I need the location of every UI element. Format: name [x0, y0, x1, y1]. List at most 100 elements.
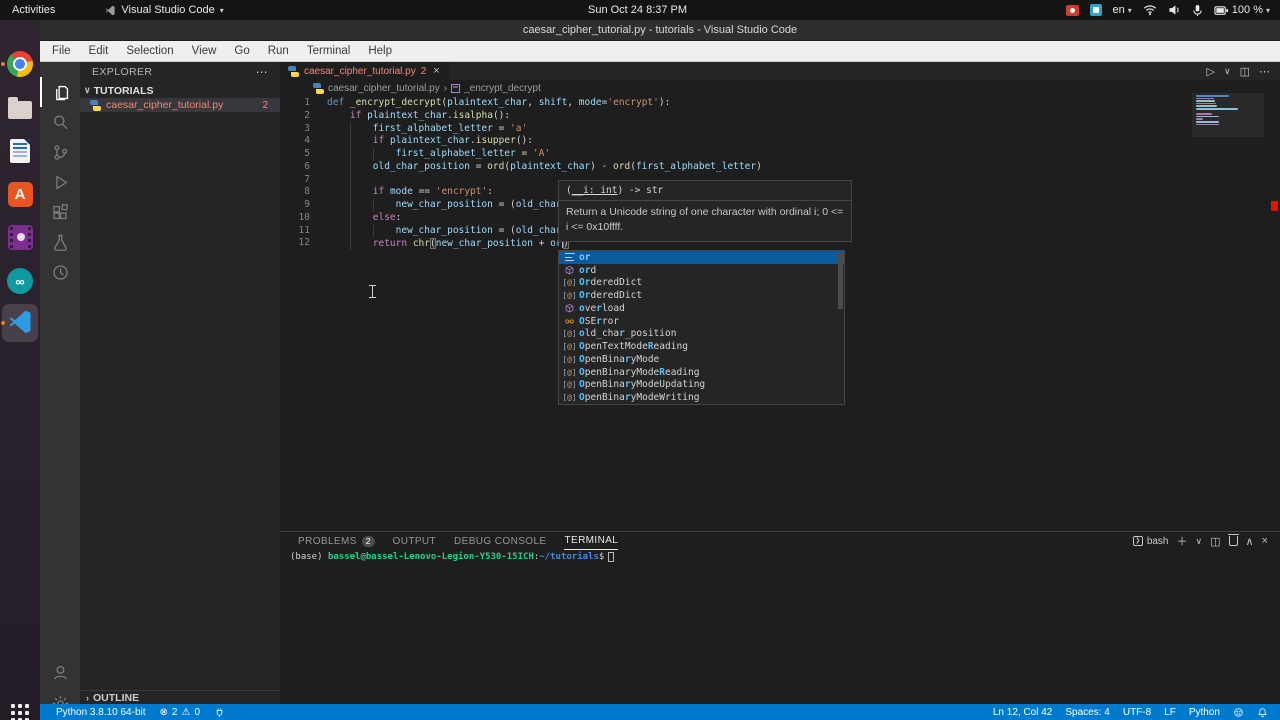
volume-icon[interactable]: [1168, 4, 1181, 16]
activity-run-debug[interactable]: [40, 167, 80, 197]
activity-explorer[interactable]: [40, 77, 80, 107]
activity-account[interactable]: [40, 657, 80, 687]
app-menu[interactable]: Visual Studio Code ▾: [105, 4, 224, 16]
run-button[interactable]: ▷: [1207, 65, 1215, 78]
suggestion-OpenBinaryMode[interactable]: [@] OpenBinaryMode: [559, 353, 844, 366]
suggestion-OrderedDict[interactable]: [@] OrderedDict: [559, 289, 844, 302]
new-terminal-dropdown-icon[interactable]: ∨: [1196, 536, 1203, 547]
dock-item-arduino[interactable]: ∞: [5, 266, 35, 296]
input-language-label: en: [1112, 4, 1125, 16]
screen-recorder-icon[interactable]: [1065, 4, 1079, 16]
code-token: new_char_position: [395, 224, 493, 236]
suggestion-label: old_char_position: [579, 328, 676, 339]
problems-status[interactable]: ⊗ 2 ⚠ 0: [160, 707, 200, 718]
suggestion-OrderedDict[interactable]: [@] OrderedDict: [559, 277, 844, 290]
indentation[interactable]: Spaces: 4: [1065, 707, 1109, 718]
menu-file[interactable]: File: [43, 41, 80, 61]
dock-item-chrome[interactable]: [5, 49, 35, 79]
breadcrumb-file[interactable]: caesar_cipher_tutorial.py: [328, 83, 440, 94]
python-interpreter[interactable]: Python 3.8.10 64-bit: [56, 707, 146, 718]
outline-section[interactable]: › OUTLINE: [80, 690, 280, 704]
menu-help[interactable]: Help: [359, 41, 401, 61]
minimap-line: [1196, 118, 1204, 120]
wifi-icon[interactable]: [1143, 4, 1157, 16]
close-icon[interactable]: ×: [433, 65, 439, 77]
breadcrumb-symbol[interactable]: _encrypt_decrypt: [464, 83, 541, 94]
minimap-line: [1196, 115, 1219, 118]
char: d: [590, 264, 597, 276]
dock-item-libreoffice-writer[interactable]: [5, 136, 35, 166]
more-actions-icon[interactable]: ⋯: [1259, 65, 1270, 78]
new-terminal-button[interactable]: ＋: [1177, 533, 1188, 549]
kill-terminal-icon[interactable]: [1227, 534, 1239, 546]
dock-item-vscode[interactable]: [5, 308, 35, 338]
terminal-prompt[interactable]: (base) bassel@bassel-Lenovo-Legion-Y530-…: [290, 552, 615, 562]
activity-testing[interactable]: [40, 227, 80, 257]
menu-view[interactable]: View: [183, 41, 226, 61]
bell-icon[interactable]: [1257, 707, 1268, 718]
minimap[interactable]: [1196, 95, 1258, 126]
timeline-icon: [52, 264, 68, 280]
eol[interactable]: LF: [1164, 707, 1176, 718]
line-number: 4: [304, 135, 310, 147]
activity-extensions[interactable]: [40, 197, 80, 227]
suggestion-OpenBinaryModeReading[interactable]: [@] OpenBinaryModeReading: [559, 366, 844, 379]
breadcrumb[interactable]: caesar_cipher_tutorial.py › _encrypt_dec…: [280, 80, 1280, 97]
dock-item-files[interactable]: [5, 93, 35, 123]
file-item-caesar-cipher[interactable]: caesar_cipher_tutorial.py 2: [80, 98, 280, 112]
dock-item-video-app[interactable]: [5, 222, 35, 252]
dock-item-ubuntu-software[interactable]: A: [5, 179, 35, 209]
battery-indicator[interactable]: 100 % ▾: [1214, 4, 1270, 16]
signature-doc: Return a Unicode string of one character…: [566, 206, 844, 233]
activity-search[interactable]: [40, 107, 80, 137]
suggest-widget[interactable]: or ord [@] OrderedDict [@] OrderedDict overloa…: [558, 250, 845, 405]
line-number: 12: [298, 237, 310, 249]
split-editor-icon[interactable]: ◫: [1240, 65, 1250, 78]
activity-source-control[interactable]: [40, 137, 80, 167]
video-app-icon: [7, 224, 33, 250]
menu-edit[interactable]: Edit: [80, 41, 118, 61]
suggestion-OpenBinaryModeWriting[interactable]: [@] OpenBinaryModeWriting: [559, 391, 844, 404]
code-token: 'A': [532, 148, 551, 159]
panel-tab-problems[interactable]: PROBLEMS 2: [298, 532, 375, 550]
run-dropdown-icon[interactable]: ∨: [1224, 66, 1231, 77]
menu-selection[interactable]: Selection: [117, 41, 182, 61]
cursor-position[interactable]: Ln 12, Col 42: [993, 707, 1053, 718]
suggestion-OpenBinaryModeUpdating[interactable]: [@] OpenBinaryModeUpdating: [559, 379, 844, 392]
suggestion-old_char_position[interactable]: [@] old_char_position: [559, 328, 844, 341]
symbol-method-icon: [451, 84, 461, 93]
tab-caesar-cipher[interactable]: caesar_cipher_tutorial.py 2 ×: [280, 62, 449, 80]
menu-terminal[interactable]: Terminal: [298, 41, 359, 61]
terminal-shell-selector[interactable]: ❯ bash: [1132, 536, 1169, 547]
chevron-down-icon: ▾: [219, 5, 224, 15]
suggestion-OSError[interactable]: OSError: [559, 315, 844, 328]
language-mode[interactable]: Python: [1189, 707, 1220, 718]
more-actions-icon[interactable]: ⋯: [256, 65, 268, 79]
suggestion-overload[interactable]: overload: [559, 302, 844, 315]
split-terminal-icon[interactable]: ◫: [1210, 535, 1220, 548]
activities-button[interactable]: Activities: [0, 0, 67, 20]
feedback-smiley-icon[interactable]: [1233, 707, 1244, 718]
encoding[interactable]: UTF-8: [1123, 707, 1151, 718]
panel-tab-output[interactable]: OUTPUT: [393, 532, 437, 550]
input-language-indicator[interactable]: en ▾: [1113, 4, 1132, 16]
close-panel-icon[interactable]: ×: [1262, 535, 1268, 547]
activity-timeline[interactable]: [40, 257, 80, 287]
suggestion-OpenTextModeReading[interactable]: [@] OpenTextModeReading: [559, 340, 844, 353]
menu-run[interactable]: Run: [259, 41, 298, 61]
folder-section-tutorials[interactable]: ∨ TUTORIALS: [80, 83, 280, 98]
suggestion-or[interactable]: or: [559, 251, 844, 264]
panel-tab-terminal[interactable]: TERMINAL: [564, 532, 619, 550]
plug-icon[interactable]: [214, 707, 225, 718]
suggestion-ord[interactable]: ord: [559, 264, 844, 277]
maximize-panel-icon[interactable]: ∧: [1246, 535, 1254, 548]
show-applications-button[interactable]: [5, 698, 35, 720]
menu-go[interactable]: Go: [225, 41, 258, 61]
line-number: 3: [304, 122, 310, 134]
microphone-icon[interactable]: [1192, 4, 1203, 17]
clock[interactable]: Sun Oct 24 8:37 PM: [588, 0, 687, 20]
suggest-scrollbar[interactable]: [838, 253, 843, 309]
panel-tab-debug-console[interactable]: DEBUG CONSOLE: [454, 532, 546, 550]
suggestion-label: ord: [579, 265, 596, 276]
blue-indicator-icon[interactable]: [1089, 4, 1102, 16]
